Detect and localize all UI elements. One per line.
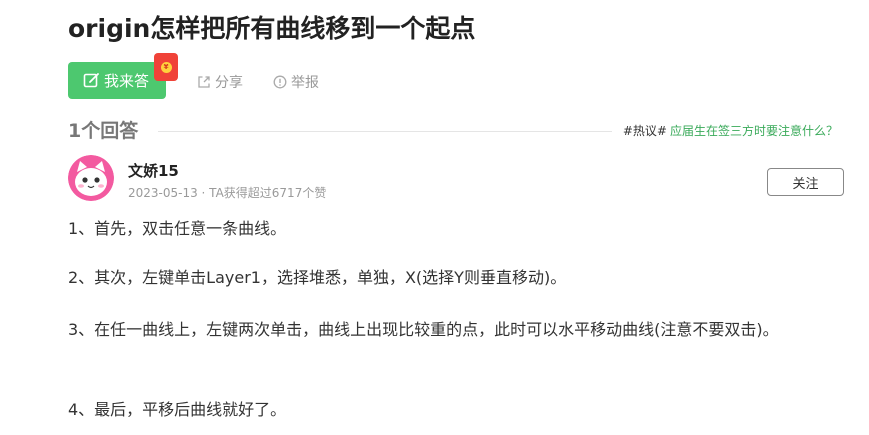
red-packet-icon[interactable]: ¥ xyxy=(154,53,178,81)
answer-paragraph: 4、最后，平移后曲线就好了。 xyxy=(68,400,287,419)
hot-topic-link[interactable]: 应届生在签三方时要注意什么？ xyxy=(670,124,838,138)
hot-topic: #热议# 应届生在签三方时要注意什么？ xyxy=(623,118,838,144)
answer-button[interactable]: 我来答 xyxy=(68,62,166,99)
edit-icon xyxy=(83,72,100,89)
follow-button[interactable]: 关注 xyxy=(767,168,844,196)
author-name[interactable]: 文娇15 xyxy=(128,160,179,181)
answer-paragraph: 1、首先，双击任意一条曲线。 xyxy=(68,219,287,238)
report-button[interactable]: 举报 xyxy=(273,72,319,92)
answer-button-label: 我来答 xyxy=(104,72,150,90)
report-label: 举报 xyxy=(291,75,319,91)
answer-count: 1个回答 xyxy=(68,120,139,142)
report-icon xyxy=(273,75,287,89)
share-label: 分享 xyxy=(215,75,243,91)
share-icon xyxy=(198,76,210,88)
answer-paragraph: 2、其次，左键单击Layer1，选择堆悉，单独，X(选择Y则垂直移动)。 xyxy=(68,268,567,287)
answer-page: origin怎样把所有曲线移到一个起点 我来答 ¥ 分享 举报 1个回答 #热议… xyxy=(68,0,844,435)
answer-author: 文娇15 2023-05-13 · TA获得超过6717个赞 关注 xyxy=(68,155,844,203)
answers-header: 1个回答 #热议# 应届生在签三方时要注意什么？ xyxy=(68,118,844,144)
share-button[interactable]: 分享 xyxy=(197,72,243,92)
divider xyxy=(158,131,612,132)
answer-meta: 2023-05-13 · TA获得超过6717个赞 xyxy=(128,186,327,200)
cat-avatar-icon xyxy=(68,155,114,201)
coin-icon: ¥ xyxy=(160,61,172,73)
answer-paragraph: 3、在任一曲线上，左键两次单击，曲线上出现比较重的点，此时可以水平移动曲线(注意… xyxy=(68,320,779,339)
question-title: origin怎样把所有曲线移到一个起点 xyxy=(68,14,476,43)
hot-topic-tag: #热议# xyxy=(622,124,667,138)
avatar[interactable] xyxy=(68,155,114,201)
action-bar: 我来答 ¥ 分享 举报 xyxy=(68,53,468,99)
